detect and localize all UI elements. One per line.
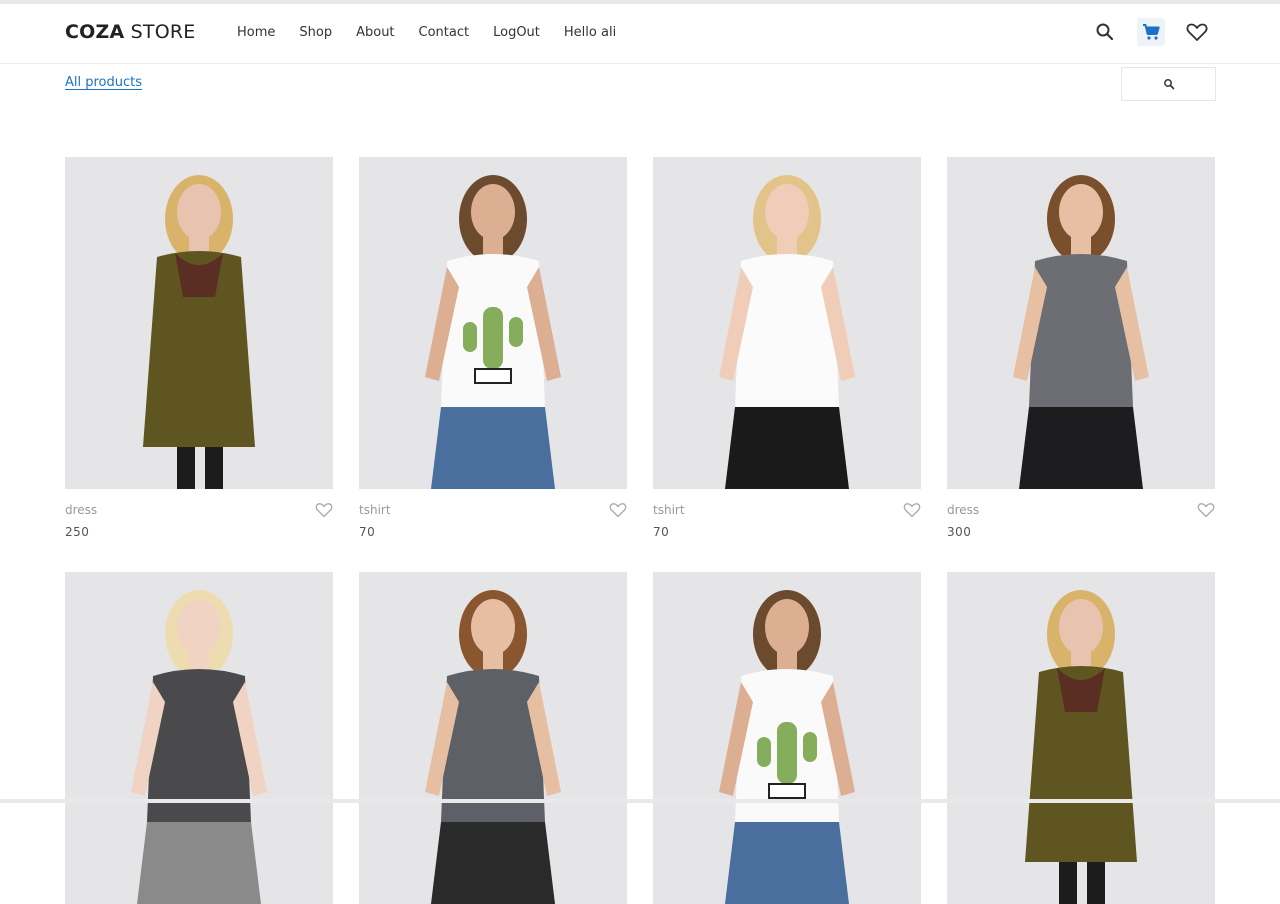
heart-icon[interactable] [1183, 18, 1211, 46]
product-name[interactable]: tshirt [653, 503, 685, 517]
product-image[interactable] [65, 157, 333, 489]
wishlist-heart-icon[interactable] [315, 502, 333, 518]
nav-user-greeting[interactable]: Hello ali [564, 25, 616, 40]
product-card[interactable] [65, 572, 333, 904]
product-photo-illustration [653, 157, 921, 489]
product-photo-illustration [947, 157, 1215, 489]
brand-logo-light: STORE [124, 21, 196, 43]
product-price: 250 [65, 525, 90, 539]
product-card[interactable]: dress 300 [947, 157, 1215, 539]
nav-home[interactable]: Home [237, 25, 275, 40]
product-card[interactable] [653, 572, 921, 904]
product-card[interactable]: dress 250 [65, 157, 333, 539]
product-photo-illustration [359, 572, 627, 904]
bottom-border [0, 799, 1280, 803]
all-products-filter[interactable]: All products [65, 75, 142, 90]
product-photo-illustration [65, 157, 333, 489]
search-icon-small [1163, 79, 1174, 90]
nav-shop[interactable]: Shop [299, 25, 332, 40]
product-photo-illustration [653, 572, 921, 904]
nav-contact[interactable]: Contact [419, 25, 470, 40]
brand-logo-bold: COZA [65, 21, 125, 43]
wishlist-heart-icon[interactable] [1197, 502, 1215, 518]
product-card[interactable]: tshirt 70 [653, 157, 921, 539]
cart-icon[interactable] [1137, 18, 1165, 46]
brand-logo[interactable]: COZA STORE [65, 21, 195, 43]
product-card[interactable]: tshirt 70 [359, 157, 627, 539]
product-name[interactable]: dress [947, 503, 979, 517]
product-image[interactable] [947, 572, 1215, 904]
main-nav: Home Shop About Contact LogOut Hello ali [237, 25, 640, 40]
product-image[interactable] [359, 157, 627, 489]
site-header: COZA STORE Home Shop About Contact LogOu… [0, 4, 1280, 64]
product-image[interactable] [653, 157, 921, 489]
product-image[interactable] [65, 572, 333, 904]
product-image[interactable] [653, 572, 921, 904]
product-image[interactable] [359, 572, 627, 904]
product-search-button[interactable] [1121, 67, 1216, 101]
product-price: 70 [359, 525, 376, 539]
product-image[interactable] [947, 157, 1215, 489]
product-name[interactable]: tshirt [359, 503, 391, 517]
nav-about[interactable]: About [356, 25, 394, 40]
wishlist-heart-icon[interactable] [903, 502, 921, 518]
product-photo-illustration [65, 572, 333, 904]
product-card[interactable] [947, 572, 1215, 904]
product-price: 300 [947, 525, 972, 539]
product-card[interactable] [359, 572, 627, 904]
product-name[interactable]: dress [65, 503, 97, 517]
search-icon[interactable] [1091, 18, 1119, 46]
product-photo-illustration [359, 157, 627, 489]
wishlist-heart-icon[interactable] [609, 502, 627, 518]
nav-logout[interactable]: LogOut [493, 25, 540, 40]
product-price: 70 [653, 525, 670, 539]
product-photo-illustration [947, 572, 1215, 904]
